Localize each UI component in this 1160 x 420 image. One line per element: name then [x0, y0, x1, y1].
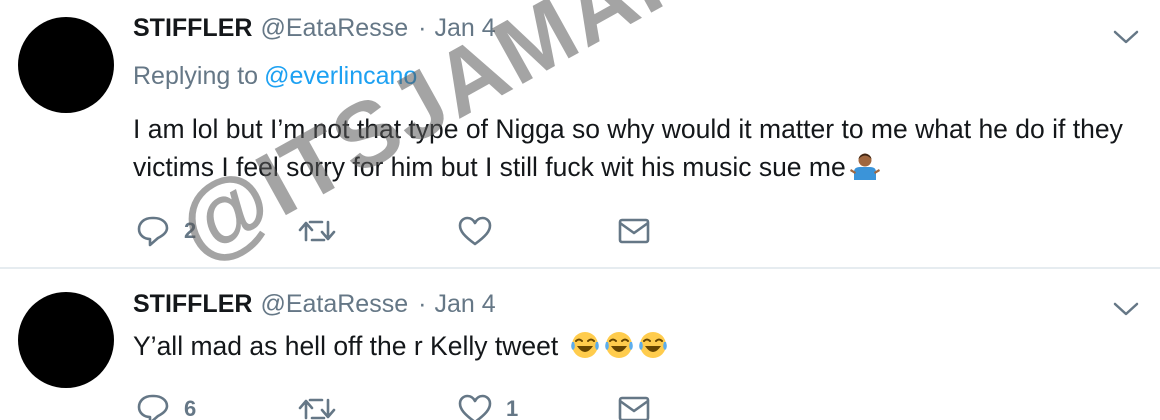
face-with-tears-of-joy-emoji	[638, 332, 667, 358]
tweet-text: Y’all mad as hell off the r Kelly tweet	[133, 327, 1133, 365]
reply-button[interactable]: 6	[136, 392, 196, 420]
tweet-text: I am lol but I’m not that type of Nigga …	[133, 110, 1133, 186]
timeline: STIFFLER @EataResse · Jan 4 Replying to @…	[0, 0, 1160, 420]
user-handle[interactable]: @EataResse	[260, 290, 408, 319]
retweet-icon	[298, 398, 336, 420]
separator-dot: ·	[418, 290, 427, 318]
separator-dot: ·	[418, 14, 427, 42]
display-name[interactable]: STIFFLER	[133, 14, 252, 43]
retweet-button[interactable]	[298, 214, 350, 248]
chevron-down-icon[interactable]	[1112, 28, 1140, 46]
tweet-header: STIFFLER @EataResse · Jan 4	[133, 290, 496, 324]
replying-to: Replying to @everlincano	[133, 62, 417, 91]
reply-icon	[137, 216, 169, 247]
reply-count: 6	[184, 396, 197, 420]
person-shrugging-emoji	[849, 153, 880, 180]
envelope-icon	[618, 218, 650, 244]
replying-to-mention[interactable]: @everlincano	[264, 62, 417, 90]
like-button[interactable]	[458, 214, 506, 248]
heart-icon	[458, 216, 492, 246]
display-name[interactable]: STIFFLER	[133, 290, 252, 319]
chevron-down-icon[interactable]	[1112, 300, 1140, 318]
retweet-icon	[298, 220, 336, 242]
envelope-icon	[618, 396, 650, 420]
user-handle[interactable]: @EataResse	[260, 14, 408, 43]
replying-to-label: Replying to	[133, 62, 259, 90]
like-button[interactable]: 1	[458, 392, 518, 420]
like-count: 1	[506, 396, 519, 420]
tweet[interactable]: STIFFLER @EataResse · Jan 4 Y’all mad as…	[0, 268, 1160, 420]
reply-icon	[137, 394, 169, 420]
retweet-button[interactable]	[298, 392, 350, 420]
tweet-date[interactable]: Jan 4	[434, 14, 495, 43]
tweet[interactable]: STIFFLER @EataResse · Jan 4 Replying to @…	[0, 0, 1160, 268]
reply-button[interactable]: 2	[136, 214, 196, 248]
face-with-tears-of-joy-emoji	[604, 332, 633, 358]
avatar[interactable]	[18, 17, 114, 113]
direct-message-button[interactable]	[618, 214, 650, 248]
avatar[interactable]	[18, 292, 114, 388]
face-with-tears-of-joy-emoji	[570, 332, 599, 358]
reply-count: 2	[184, 218, 197, 243]
tweet-header: STIFFLER @EataResse · Jan 4	[133, 14, 496, 48]
tweet-text-body: I am lol but I’m not that type of Nigga …	[133, 114, 1123, 182]
tweet-date[interactable]: Jan 4	[434, 290, 495, 319]
direct-message-button[interactable]	[618, 392, 650, 420]
heart-icon	[458, 394, 492, 420]
tweet-text-body: Y’all mad as hell off the r Kelly tweet	[133, 331, 559, 361]
